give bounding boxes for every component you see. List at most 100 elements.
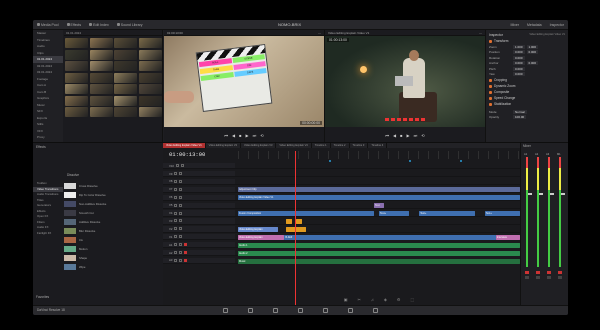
timeline-clip[interactable]: Audio 1 (238, 242, 520, 248)
media-thumbnail[interactable] (114, 72, 137, 83)
transition-item[interactable]: Shape (64, 253, 163, 262)
mute-button[interactable] (547, 271, 551, 274)
enable-toggle-icon[interactable] (489, 84, 492, 88)
visibility-icon[interactable] (179, 219, 183, 223)
media-thumbnail[interactable] (65, 61, 88, 71)
visibility-icon[interactable] (179, 235, 183, 239)
visibility-icon[interactable] (179, 179, 183, 183)
visibility-icon[interactable] (179, 251, 183, 255)
timeline-clip[interactable] (296, 219, 303, 224)
top-tab[interactable]: Effects (63, 23, 86, 27)
transport-button[interactable]: ⟲ (421, 133, 424, 138)
media-thumbnail[interactable] (138, 84, 162, 94)
lock-icon[interactable] (174, 211, 178, 215)
timeline-clip[interactable] (286, 226, 307, 232)
opacity-field[interactable]: 100.00 (513, 115, 527, 120)
timeline-clip[interactable]: Interview (495, 234, 520, 240)
solo-button[interactable] (525, 276, 529, 279)
lock-icon[interactable] (174, 258, 178, 262)
enable-toggle-icon[interactable] (489, 39, 492, 43)
lock-icon[interactable] (174, 243, 178, 247)
inspector-x-field[interactable]: 0.000 (513, 61, 525, 66)
visibility-icon[interactable] (180, 164, 184, 168)
lock-icon[interactable] (174, 203, 178, 207)
transport-button[interactable]: ⏭ (253, 133, 257, 138)
track-header[interactable]: V7 (163, 186, 235, 193)
media-thumbnail[interactable] (138, 38, 162, 48)
track-header[interactable]: V1 (163, 234, 235, 240)
timeline-tab[interactable]: Timeline 1 (312, 143, 331, 148)
page-color-icon[interactable] (323, 308, 328, 313)
timeline-tool-icon[interactable]: ⚙ (397, 297, 401, 302)
transition-item[interactable]: Smooth Cut (64, 208, 163, 217)
transition-item[interactable]: Blur Dissolve (64, 226, 163, 235)
track-header[interactable]: V4 (163, 210, 235, 216)
media-thumbnail[interactable] (89, 61, 113, 71)
inspector-x-field[interactable]: 0.000 (513, 66, 525, 71)
timeline-tab[interactable]: Video Editing Explain Video V1 (163, 143, 206, 148)
visibility-icon[interactable] (179, 187, 183, 191)
visibility-icon[interactable] (179, 172, 183, 176)
transport-button[interactable]: ⏮ (224, 133, 228, 138)
lock-icon[interactable] (174, 172, 178, 176)
track-header[interactable]: V6 (163, 194, 235, 200)
timeline-tool-icon[interactable]: ⬚ (411, 297, 415, 302)
top-tab[interactable]: Edit Index (85, 23, 113, 27)
timeline-tab[interactable]: Timeline 4 (368, 143, 388, 148)
timeline-clip[interactable] (286, 219, 293, 224)
media-thumbnail[interactable] (138, 95, 162, 106)
timeline-clip[interactable]: Fusion Composition (238, 211, 374, 217)
transition-item[interactable]: Dip To Color Dissolve (64, 190, 163, 199)
program-frame[interactable]: 01:00:13:00 (325, 36, 486, 127)
lock-icon[interactable] (174, 187, 178, 191)
solo-button[interactable] (536, 276, 540, 279)
media-thumbnail[interactable] (65, 49, 88, 60)
media-thumbnail[interactable] (65, 72, 88, 83)
track-header[interactable]: A3 (163, 257, 235, 264)
inspector-section[interactable]: Stabilization (489, 101, 565, 107)
top-tab[interactable]: Mixer (506, 23, 523, 27)
transition-item[interactable]: Cross Dissolve (64, 181, 163, 190)
enable-toggle-icon[interactable] (489, 102, 492, 106)
record-icon[interactable] (184, 251, 188, 255)
media-thumbnail[interactable] (114, 49, 137, 60)
timeline-clip[interactable]: Text+ (379, 211, 410, 217)
track-header[interactable]: V3 (163, 218, 235, 224)
transport-button[interactable]: ⏭ (414, 133, 418, 138)
top-tab[interactable]: Media Pool (33, 23, 63, 27)
track-header[interactable]: A2 (163, 249, 235, 256)
lock-icon[interactable] (174, 195, 178, 199)
timeline-clip[interactable]: Text+ (419, 211, 475, 217)
visibility-icon[interactable] (179, 211, 183, 215)
media-thumbnail[interactable] (65, 107, 88, 117)
track-header[interactable]: V9 (163, 170, 235, 177)
media-thumbnail[interactable] (114, 61, 137, 71)
lock-icon[interactable] (175, 164, 179, 168)
media-thumbnail[interactable] (114, 95, 137, 106)
media-thumbnail[interactable] (89, 49, 113, 60)
lock-icon[interactable] (174, 227, 178, 231)
timeline-clip[interactable]: Audio 2 (238, 250, 520, 256)
timeline-clip[interactable]: Music (238, 258, 520, 264)
viewer-options-icon[interactable]: ⋯ (318, 30, 321, 35)
media-thumbnail[interactable] (89, 107, 113, 117)
top-tab[interactable]: Inspector (546, 23, 568, 27)
inspector-x-field[interactable]: 0.000 (513, 50, 525, 55)
transition-item[interactable]: Additive Dissolve (64, 217, 163, 226)
inspector-x-field[interactable]: 1.000 (513, 44, 525, 49)
transition-item[interactable]: Iris (64, 235, 163, 244)
page-media-icon[interactable] (223, 308, 228, 313)
transport-button[interactable]: ⟲ (260, 133, 263, 138)
media-thumbnail[interactable] (138, 49, 162, 60)
visibility-icon[interactable] (179, 227, 183, 231)
solo-button[interactable] (558, 276, 562, 279)
inspector-x-field[interactable]: 0.000 (513, 72, 525, 77)
viewer-options-icon[interactable]: ⋯ (479, 30, 482, 35)
media-thumbnail[interactable] (114, 107, 137, 117)
page-edit-icon[interactable] (273, 308, 278, 313)
solo-button[interactable] (547, 276, 551, 279)
track-header[interactable]: V2 (163, 226, 235, 232)
visibility-icon[interactable] (179, 195, 183, 199)
media-thumbnail[interactable] (89, 84, 113, 94)
media-thumbnail[interactable] (114, 84, 137, 94)
